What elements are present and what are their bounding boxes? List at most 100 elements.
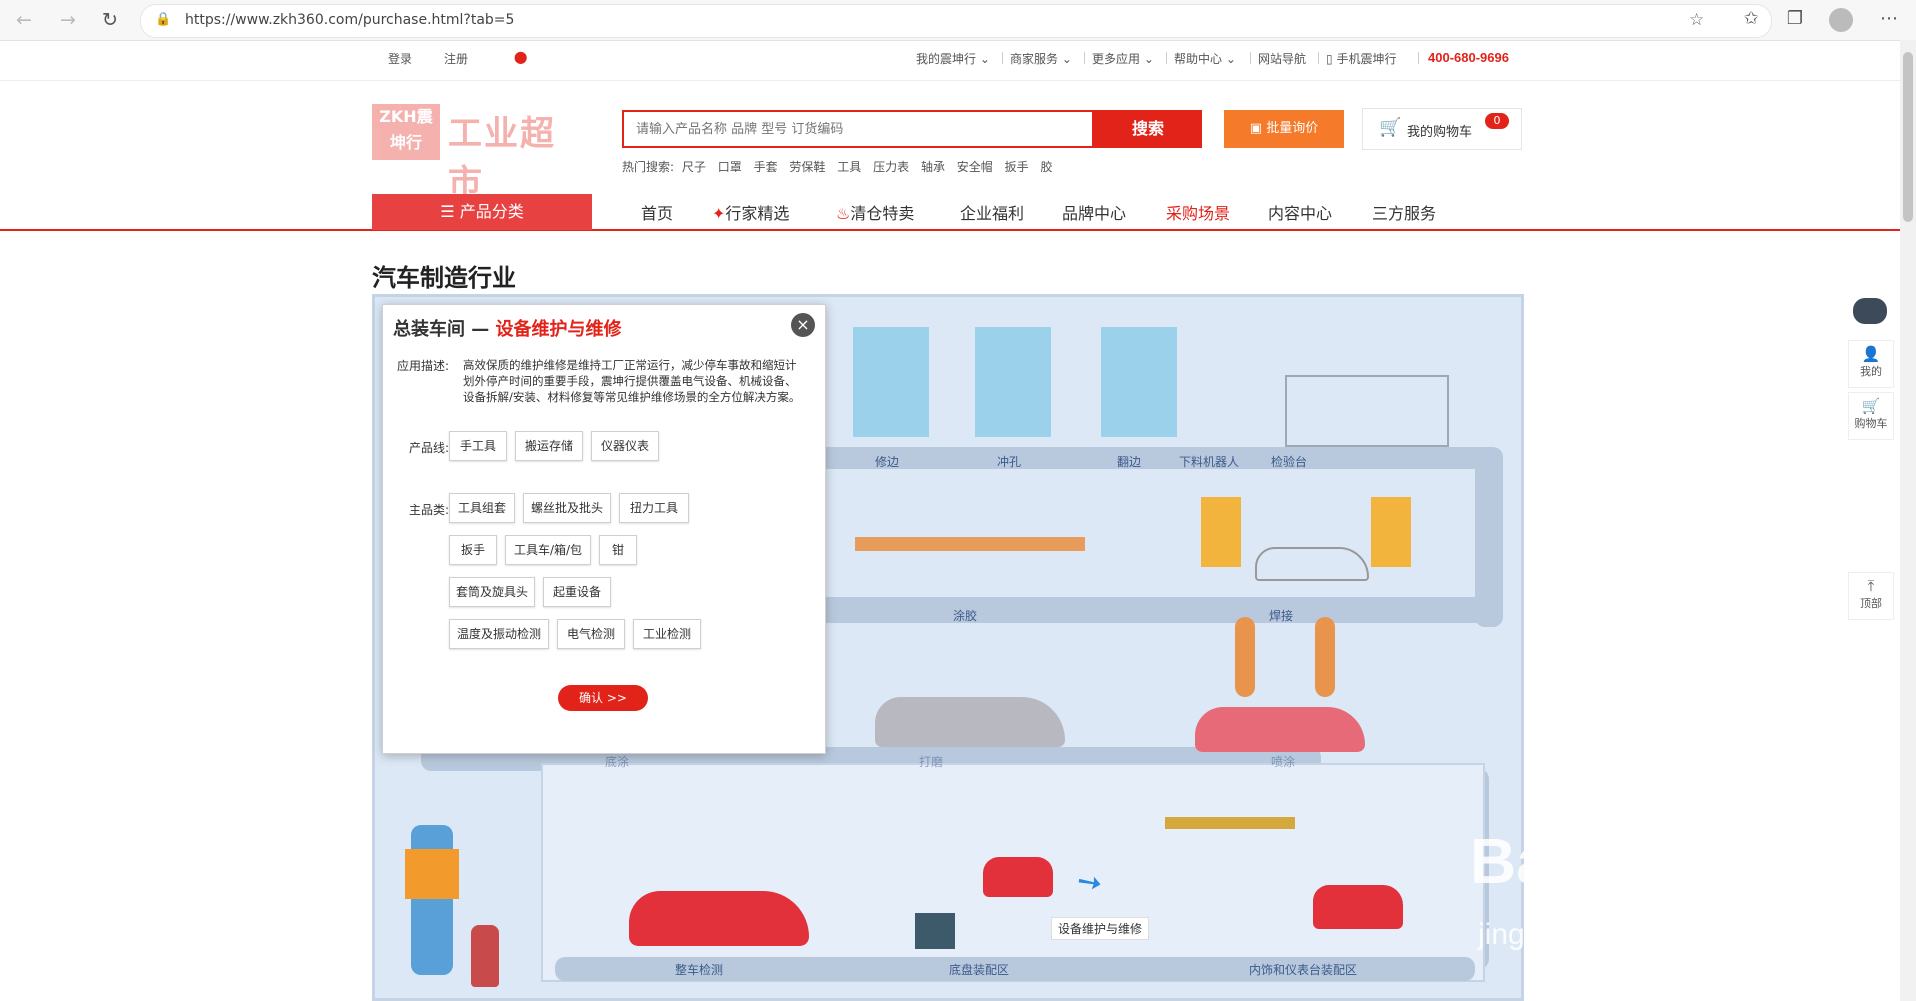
tag-screwdrivers[interactable]: 螺丝批及批头: [523, 493, 611, 523]
tag-torque-tools[interactable]: 扭力工具: [619, 493, 689, 523]
bulk-inquiry-button[interactable]: ▣ 批量询价: [1224, 110, 1344, 148]
back-icon[interactable]: ←: [12, 8, 36, 32]
nav-welfare[interactable]: 企业福利: [960, 200, 1024, 224]
station-label: 下料机器人: [1179, 455, 1240, 469]
station-label: 检验台: [1271, 455, 1308, 469]
station-label: 涂胶: [953, 609, 978, 623]
help-menu[interactable]: 帮助中心 ⌄: [1174, 50, 1236, 67]
badge-icon: ✦: [712, 204, 726, 223]
divider: [1002, 52, 1003, 64]
tag-wrench[interactable]: 扳手: [449, 535, 497, 565]
login-link[interactable]: 登录: [388, 50, 412, 67]
profile-avatar-icon[interactable]: [1829, 8, 1853, 32]
page-title: 汽车制造行业: [372, 264, 516, 292]
tag-temp-vibration[interactable]: 温度及振动检测: [449, 619, 549, 649]
favorite-add-icon[interactable]: ☆: [1689, 10, 1704, 30]
close-icon[interactable]: ×: [791, 313, 815, 337]
car-red: [629, 891, 809, 946]
hot-term[interactable]: 手套: [754, 160, 778, 174]
tag-handling-storage[interactable]: 搬运存储: [515, 431, 583, 461]
my-zkh-menu[interactable]: 我的震坤行 ⌄: [916, 50, 990, 67]
search-button[interactable]: 搜索: [1094, 110, 1202, 148]
hot-term[interactable]: 胶: [1040, 160, 1052, 174]
car-body-frame: [1255, 547, 1369, 581]
hot-term[interactable]: 尺子: [682, 160, 706, 174]
nav-content[interactable]: 内容中心: [1268, 200, 1332, 224]
url-text[interactable]: https://www.zkh360.com/purchase.html?tab…: [185, 12, 514, 28]
cart-label: 我的购物车: [1407, 125, 1473, 140]
sidebar-mine[interactable]: 👤 我的: [1848, 340, 1894, 388]
address-bar[interactable]: 🔒 https://www.zkh360.com/purchase.html?t…: [140, 4, 1772, 38]
more-menu-icon[interactable]: ⋯: [1876, 8, 1902, 29]
hot-term[interactable]: 轴承: [921, 160, 945, 174]
tag-instruments[interactable]: 仪器仪表: [591, 431, 659, 461]
forward-icon[interactable]: →: [56, 8, 80, 32]
lock-icon: 🔒: [155, 12, 172, 27]
nav-brands[interactable]: 品牌中心: [1062, 200, 1126, 224]
user-icon: 👤: [1861, 345, 1881, 363]
tag-pliers[interactable]: 钳: [599, 535, 637, 565]
station-label: 翻边: [1117, 455, 1142, 469]
car-red: [983, 857, 1053, 897]
station-label: 喷涂: [1271, 755, 1296, 769]
site-nav-link[interactable]: 网站导航: [1258, 50, 1306, 67]
hot-term[interactable]: 安全帽: [957, 160, 993, 174]
back-to-top-button[interactable]: ⤒ 顶部: [1848, 572, 1894, 620]
nav-expert-picks[interactable]: ✦行家精选: [712, 200, 789, 224]
collections-icon[interactable]: ❐: [1782, 8, 1808, 29]
divider: [1250, 52, 1251, 64]
confirm-button[interactable]: 确认 >>: [558, 685, 648, 711]
hot-search-label: 热门搜索:: [622, 160, 675, 174]
car-grey: [875, 697, 1065, 747]
more-apps-menu[interactable]: 更多应用 ⌄: [1092, 50, 1154, 67]
hot-term[interactable]: 劳保鞋: [789, 160, 825, 174]
popup-title: 总装车间 — 设备维护与维修: [393, 319, 622, 340]
station-label: 打磨: [919, 755, 944, 769]
nav-third-party[interactable]: 三方服务: [1372, 200, 1436, 224]
station-label: 焊接: [1269, 609, 1294, 623]
merchant-menu[interactable]: 商家服务 ⌄: [1010, 50, 1072, 67]
tag-tool-sets[interactable]: 工具组套: [449, 493, 515, 523]
tag-tool-cart[interactable]: 工具车/箱/包: [505, 535, 591, 565]
category-menu-button[interactable]: ☰ 产品分类: [372, 194, 592, 230]
nav-clearance[interactable]: ♨清仓特卖: [836, 200, 914, 224]
tag-sockets[interactable]: 套筒及旋具头: [449, 577, 535, 607]
logo-mark: ZKH震坤行: [372, 104, 440, 160]
register-link[interactable]: 注册: [444, 50, 468, 67]
hot-term[interactable]: 压力表: [873, 160, 909, 174]
hot-term[interactable]: 扳手: [1005, 160, 1029, 174]
browser-toolbar: ← → ↻ 🔒 https://www.zkh360.com/purchase.…: [0, 0, 1916, 41]
favorites-icon[interactable]: ✩: [1738, 8, 1764, 29]
nav-home[interactable]: 首页: [641, 200, 673, 224]
cart-icon: 🛒: [1379, 117, 1402, 138]
press-machine: [853, 327, 929, 437]
hot-search: 热门搜索: 尺子 口罩 手套 劳保鞋 工具 压力表 轴承 安全帽 扳手 胶: [622, 158, 1060, 175]
reload-icon[interactable]: ↻: [98, 8, 122, 32]
hot-term[interactable]: 工具: [837, 160, 861, 174]
watermark-brand: Baidu经验: [1470, 825, 1776, 897]
tag-industrial-test[interactable]: 工业检测: [633, 619, 701, 649]
fire-icon: ♨: [836, 204, 851, 223]
hot-term[interactable]: 口罩: [718, 160, 742, 174]
tag-hand-tools[interactable]: 手工具: [449, 431, 507, 461]
site-logo[interactable]: ZKH震坤行 工业超市: [372, 100, 582, 203]
divider: [1166, 52, 1167, 64]
tag-lifting[interactable]: 起重设备: [543, 577, 611, 607]
fire-extinguisher-icon: [471, 925, 499, 987]
desc-label: 应用描述:: [397, 359, 450, 373]
welding-robot: [1201, 497, 1241, 567]
sidebar-cart[interactable]: 🛒 购物车: [1848, 392, 1894, 440]
cart-button[interactable]: 🛒 我的购物车 0: [1362, 108, 1522, 150]
scrollbar-thumb[interactable]: [1903, 52, 1913, 222]
mobile-link[interactable]: ▯ 手机震坤行: [1326, 50, 1396, 67]
hotspot-equipment-maintenance[interactable]: 设备维护与维修: [1051, 917, 1150, 940]
search-input[interactable]: [624, 112, 1088, 146]
tag-electrical-test[interactable]: 电气检测: [557, 619, 625, 649]
station-label: 修边: [875, 455, 900, 469]
nav-purchase-scenes[interactable]: 采购场景: [1166, 200, 1230, 224]
station-label: 整车检测: [675, 963, 724, 977]
divider: [1418, 52, 1419, 64]
location-pin-icon[interactable]: ⬤: [514, 50, 527, 64]
robot-assistant-icon[interactable]: [1848, 292, 1892, 332]
overhead-rail: [1165, 817, 1295, 829]
